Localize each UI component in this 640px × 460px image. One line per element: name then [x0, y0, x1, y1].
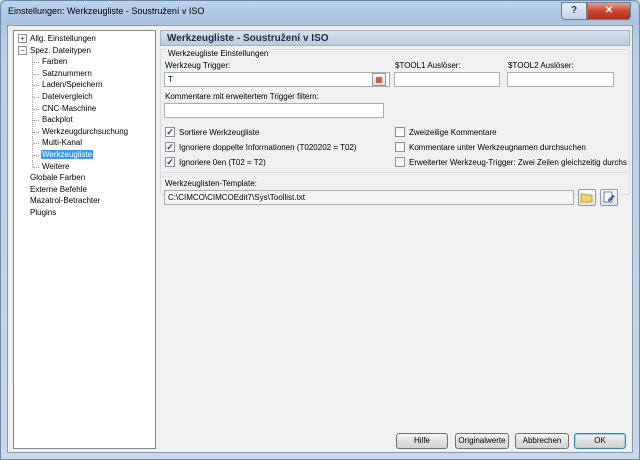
- checkbox-label: Zweizeilige Kommentare: [409, 128, 497, 137]
- tree-item-label: Globale Farben: [30, 173, 86, 183]
- tree-connector: [32, 53, 33, 167]
- tree-item[interactable]: Werkzeugdurchsuchung: [41, 126, 129, 137]
- browse-folder-button[interactable]: [578, 189, 596, 206]
- tree-connector: [33, 155, 39, 156]
- checkbox-box[interactable]: ✓: [165, 157, 175, 167]
- panel-header: Werkzeugliste - Soustružení v ISO: [160, 30, 630, 46]
- edit-template-button[interactable]: [600, 189, 618, 206]
- ignore-duplicates-checkbox[interactable]: ✓ Ignoriere doppelte Informationen (T020…: [165, 142, 390, 153]
- cancel-button[interactable]: Abbrechen: [515, 433, 569, 449]
- tree-item-label: Externe Befehle: [30, 184, 87, 194]
- template-path-input[interactable]: C:\CIMCO\CIMCOEdit7\Sys\Toollist.txt: [164, 190, 574, 205]
- close-button[interactable]: ✕: [587, 2, 631, 20]
- tree-connector: [33, 108, 39, 110]
- tree-item[interactable]: Satznummern: [41, 68, 93, 79]
- tree-connector: [33, 143, 39, 145]
- edit-file-icon: [603, 191, 615, 203]
- tree-item[interactable]: Farben: [41, 56, 68, 67]
- tree-connector: [33, 131, 39, 133]
- tree-item[interactable]: Externe Befehle: [29, 184, 88, 195]
- group-title: Werkzeugliste Einstellungen: [166, 49, 271, 58]
- folder-icon: [580, 193, 593, 203]
- checkbox-box[interactable]: [395, 142, 405, 152]
- tree-item[interactable]: Allg. Einstellungen: [29, 33, 97, 44]
- sort-toollist-checkbox[interactable]: ✓ Sortiere Werkzeugliste: [165, 127, 375, 138]
- tree-connector: [33, 73, 39, 75]
- tree-item-label: Satznummern: [42, 68, 92, 78]
- checkbox-label: Erweiterter Werkzeug-Trigger: Zwei Zeile…: [409, 158, 627, 167]
- tree-item-label: Werkzeugdurchsuchung: [42, 126, 129, 136]
- ignore-zeros-checkbox[interactable]: ✓ Ignoriere 0en (T02 = T2): [165, 157, 375, 168]
- tool1-input[interactable]: [394, 72, 500, 87]
- tree-item-label: Backplot: [42, 115, 73, 125]
- tree-item[interactable]: Werkzeugliste: [41, 149, 94, 160]
- checkbox-box[interactable]: ✓: [165, 142, 175, 152]
- comment-filter-input[interactable]: [164, 103, 384, 118]
- tree-item-label: Spez. Dateitypen: [30, 45, 91, 55]
- help-button[interactable]: Hilfe: [396, 433, 448, 449]
- search-comments-checkbox[interactable]: Kommentare unter Werkzeugnamen durchsuch…: [395, 142, 625, 153]
- tree-item-label: Multi-Kanal: [42, 138, 83, 148]
- defaults-button[interactable]: Originalwerte: [455, 433, 509, 449]
- window-title: Einstellungen: Werkzeugliste - Soustruže…: [8, 6, 205, 16]
- tree-item-label: CNC-Maschine: [42, 103, 97, 113]
- tree-item[interactable]: Dateivergleich: [41, 91, 94, 102]
- settings-tree[interactable]: + Allg. Einstellungen − Spez. Dateitypen Far…: [13, 30, 156, 449]
- template-label: Werkzeuglisten-Template:: [165, 179, 257, 188]
- extended-trigger-checkbox[interactable]: Erweiterter Werkzeug-Trigger: Zwei Zeile…: [395, 157, 628, 168]
- checkbox-label: Sortiere Werkzeugliste: [179, 128, 260, 137]
- tree-item[interactable]: Spez. Dateitypen: [29, 45, 92, 56]
- trigger-picker-icon[interactable]: ▦: [372, 73, 386, 86]
- tree-item-label: Weitere: [42, 161, 70, 171]
- expand-icon[interactable]: +: [18, 34, 27, 43]
- tree-connector: [33, 85, 39, 87]
- checkbox-label: Ignoriere 0en (T02 = T2): [179, 158, 266, 167]
- tree-item-label: Plugins: [30, 208, 57, 217]
- tree-item[interactable]: Globale Farben: [29, 172, 86, 183]
- tree-item[interactable]: Weitere: [41, 161, 70, 172]
- checkbox-label: Ignoriere doppelte Informationen (T02020…: [179, 143, 357, 152]
- checkbox-box[interactable]: ✓: [165, 127, 175, 137]
- tree-connector: [33, 166, 39, 168]
- settings-group: Werkzeugliste Einstellungen: [160, 49, 630, 195]
- divider: [160, 172, 630, 173]
- tree-item[interactable]: Mazatrol-Betrachter: [29, 195, 101, 206]
- tree-connector: [33, 120, 39, 122]
- checkbox-box[interactable]: [395, 127, 405, 137]
- tree-item[interactable]: Laden/Speichern: [41, 79, 104, 90]
- tool1-label: $TOOL1 Auslöser:: [395, 61, 461, 70]
- trigger-label: Werkzeug Trigger:: [165, 61, 231, 70]
- tree-item-label: Werkzeugliste: [41, 150, 94, 159]
- tool2-label: $TOOL2 Auslöser:: [508, 61, 574, 70]
- dialog-body: + Allg. Einstellungen − Spez. Dateitypen Far…: [7, 25, 633, 453]
- tree-connector: [33, 62, 39, 64]
- tree-item-label: Dateivergleich: [42, 92, 93, 101]
- comment-filter-label: Kommentare mit erweitertem Trigger filte…: [165, 92, 319, 101]
- tree-item-label: Allg. Einstellungen: [30, 34, 96, 43]
- tree-connector: [33, 97, 39, 98]
- checkbox-label: Kommentare unter Werkzeugnamen durchsuch…: [409, 143, 586, 152]
- collapse-icon[interactable]: −: [18, 45, 27, 55]
- ok-button[interactable]: OK: [574, 433, 626, 449]
- trigger-input[interactable]: T: [164, 72, 390, 87]
- panel-title: Werkzeugliste - Soustružení v ISO: [167, 33, 329, 44]
- help-title-button[interactable]: ?: [561, 2, 587, 20]
- settings-window: Einstellungen: Werkzeugliste - Soustruže…: [0, 0, 640, 460]
- two-line-comments-checkbox[interactable]: Zweizeilige Kommentare: [395, 127, 625, 138]
- tree-item[interactable]: Plugins: [29, 207, 57, 218]
- tree-item[interactable]: CNC-Maschine: [41, 103, 97, 114]
- tool2-input[interactable]: [507, 72, 614, 87]
- checkbox-box[interactable]: [395, 157, 405, 167]
- tree-item[interactable]: Backplot: [41, 114, 74, 125]
- tree-item-label: Mazatrol-Betrachter: [30, 196, 101, 206]
- title-bar[interactable]: Einstellungen: Werkzeugliste - Soustruže…: [1, 1, 639, 23]
- tree-item-label: Laden/Speichern: [42, 80, 103, 90]
- tree-item-label: Farben: [42, 57, 68, 67]
- tree-item[interactable]: Multi-Kanal: [41, 137, 83, 148]
